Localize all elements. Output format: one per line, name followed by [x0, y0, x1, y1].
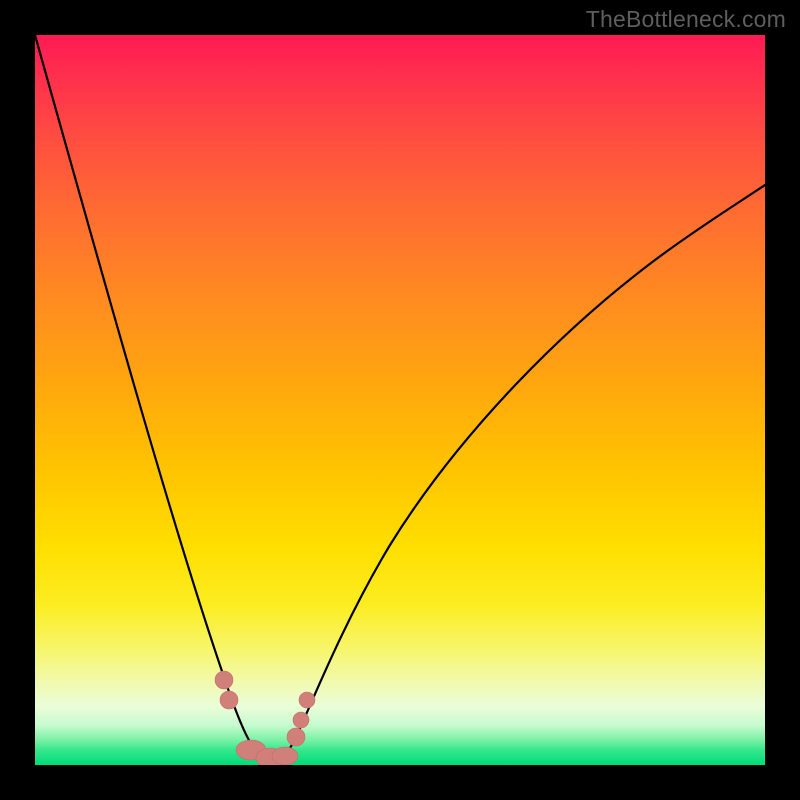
plot-area: [35, 35, 765, 765]
watermark-text: TheBottleneck.com: [586, 6, 786, 33]
bottleneck-markers: [215, 671, 315, 765]
bottleneck-curve: [35, 35, 765, 762]
chart-frame: TheBottleneck.com: [0, 0, 800, 800]
curve-layer: [35, 35, 765, 765]
